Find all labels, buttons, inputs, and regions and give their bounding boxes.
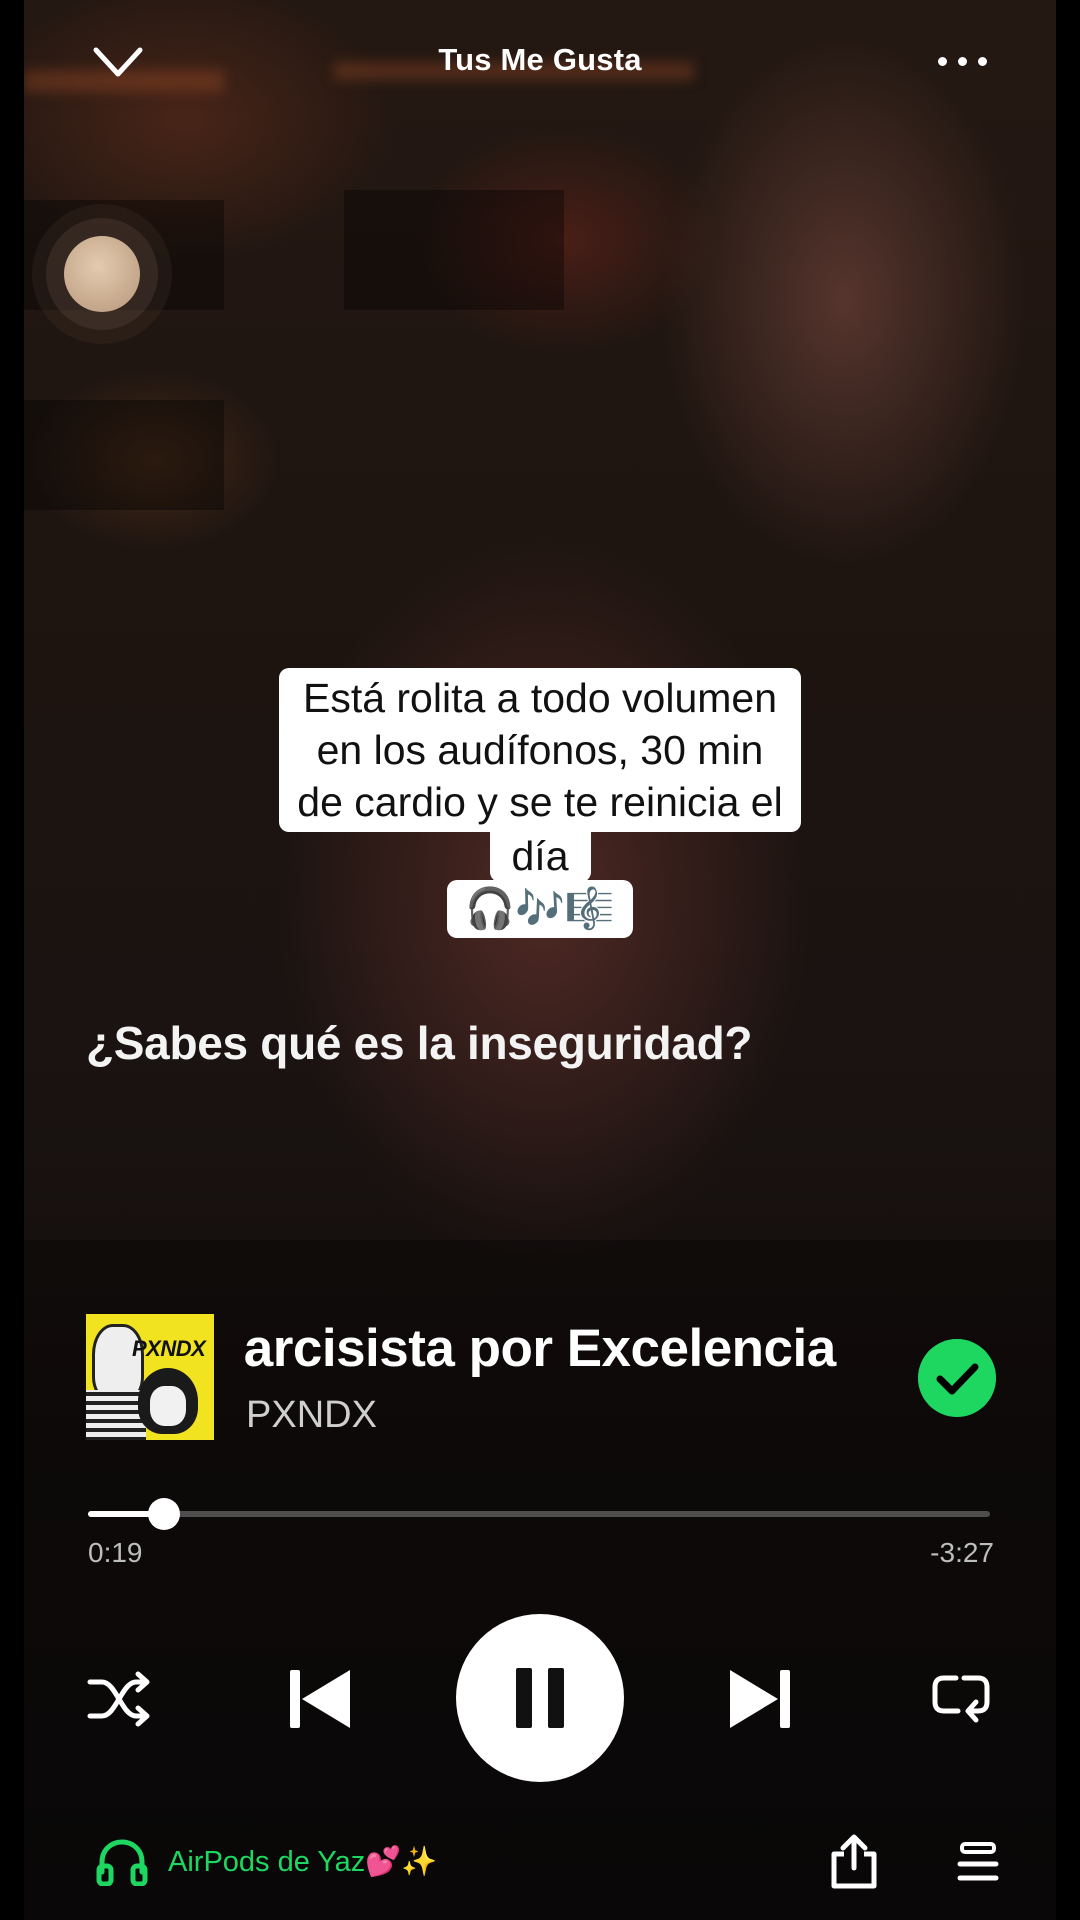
queue-icon[interactable]	[956, 1840, 1000, 1884]
progress-bar[interactable]	[88, 1498, 990, 1530]
letterbox-left	[0, 0, 24, 1920]
album-cover[interactable]: PXNDX	[86, 1314, 214, 1440]
cover-logo: PXNDX	[132, 1336, 206, 1361]
dot	[978, 57, 987, 66]
assistive-touch-button[interactable]	[46, 218, 158, 330]
top-bar: Tus Me Gusta	[0, 30, 1080, 94]
dot	[938, 57, 947, 66]
more-horizontal-icon[interactable]	[930, 50, 994, 70]
dot	[958, 57, 967, 66]
bookshelf	[344, 190, 564, 310]
headphones-icon[interactable]	[96, 1838, 148, 1886]
bookshelf	[24, 400, 224, 510]
artist-name[interactable]: PXNDX	[246, 1394, 377, 1437]
cover-figure-face	[150, 1386, 186, 1426]
caption-line: Está rolita a todo volumen	[302, 675, 778, 721]
cover-figure-shirt	[86, 1390, 146, 1440]
caption-emoji: 🎧🎶🎼	[447, 880, 633, 938]
caption-line: de cardio y se te reinicia el	[297, 779, 783, 825]
share-icon[interactable]	[826, 1834, 882, 1890]
pause-icon	[516, 1668, 532, 1728]
time-elapsed: 0:19	[88, 1537, 143, 1568]
lyric-line: ¿Sabes qué es la inseguridad?	[86, 1017, 753, 1069]
pause-button[interactable]	[456, 1614, 624, 1782]
caption-overlay: Está rolita a todo volumen en los audífo…	[0, 668, 1080, 938]
progress-knob[interactable]	[147, 1498, 180, 1530]
caption-line: en los audífonos, 30 min	[316, 727, 764, 773]
assistive-touch-core	[64, 236, 140, 312]
track-title[interactable]: Narcisista por Excelencia	[244, 1318, 864, 1379]
check-circle-icon[interactable]	[918, 1339, 996, 1417]
page-title: Tus Me Gusta	[438, 42, 642, 77]
connected-device-label[interactable]: AirPods de Yaz💕✨	[168, 1845, 437, 1879]
skip-next-icon[interactable]	[728, 1668, 792, 1730]
caption-box: Está rolita a todo volumen en los audífo…	[279, 668, 801, 832]
time-remaining: -3:27	[930, 1537, 994, 1568]
pause-icon	[548, 1668, 564, 1728]
skip-previous-icon[interactable]	[288, 1668, 352, 1730]
caption-line: día	[489, 830, 591, 882]
repeat-icon[interactable]	[930, 1670, 992, 1728]
letterbox-right	[1056, 0, 1080, 1920]
shuffle-icon[interactable]	[86, 1670, 152, 1728]
track-title-text: Narcisista por Excelencia	[244, 1319, 836, 1378]
